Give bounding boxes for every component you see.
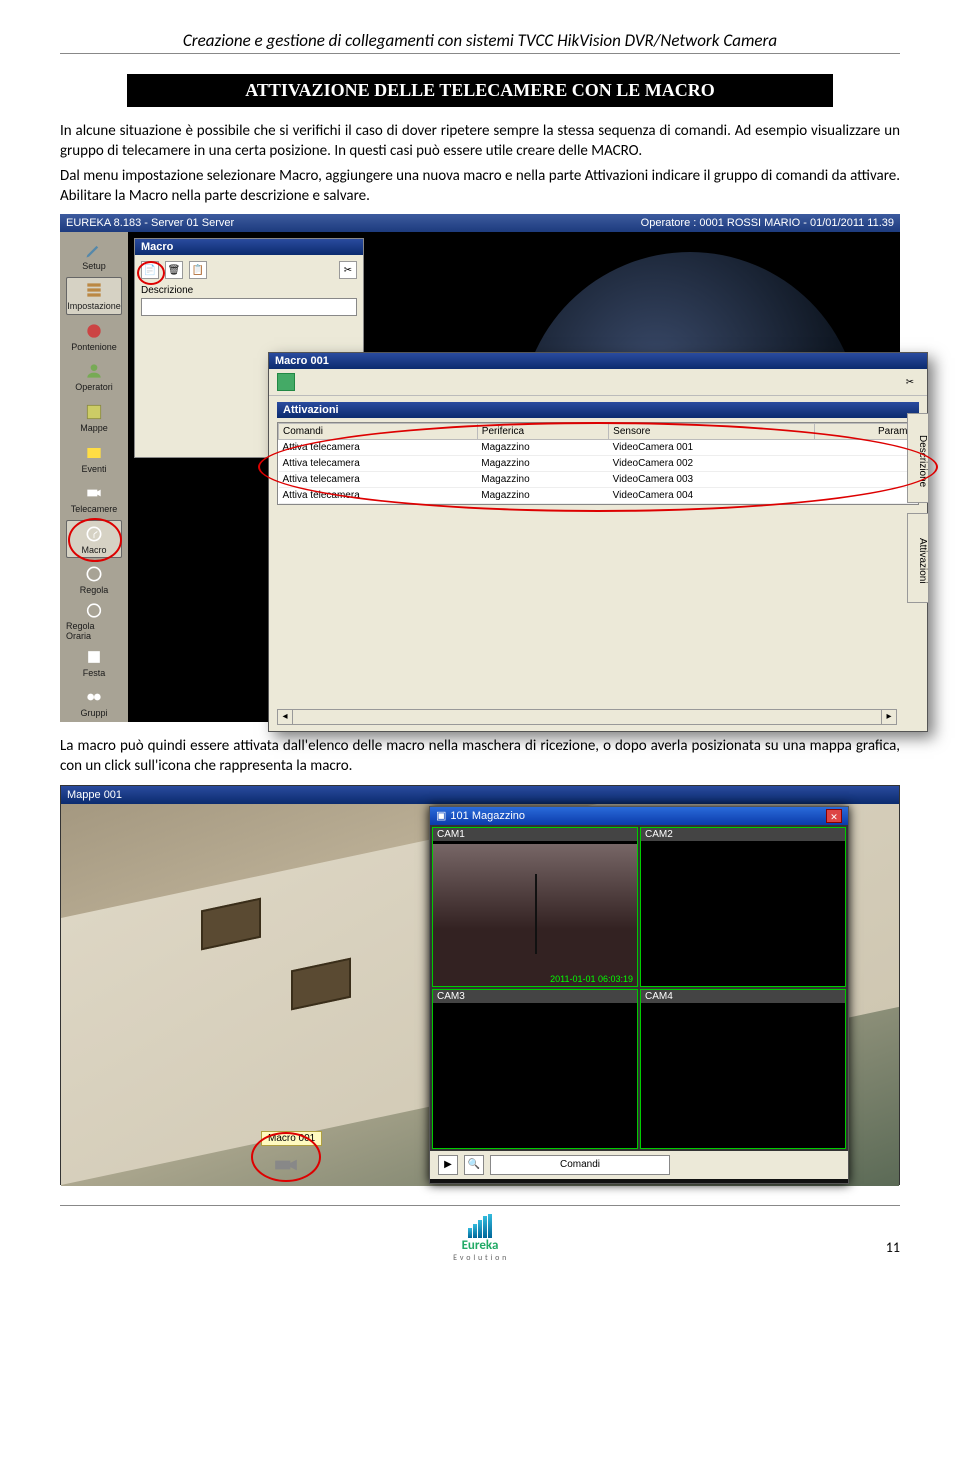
cam1-label: CAM1 (433, 828, 637, 841)
eureka-logo: Eureka E v o l u t i o n (445, 1214, 515, 1256)
macro-camera-icon[interactable] (271, 1152, 301, 1178)
camera-popup-window: ▣ 101 Magazzino ✕ CAM1 2011-01-01 06:03:… (429, 806, 849, 1184)
table-row[interactable]: Attiva telecameraMagazzinoVideoCamera 00… (279, 456, 918, 472)
cam-window-title: ▣ 101 Magazzino ✕ (430, 807, 848, 825)
activation-grid[interactable]: Comandi Periferica Sensore Parame Attiva… (277, 422, 919, 505)
side-telecamere[interactable]: Telecamere (66, 479, 122, 518)
comandi-button[interactable]: Comandi (490, 1155, 670, 1175)
app-titlebar: EUREKA 8.183 - Server 01 Server Operator… (60, 214, 900, 232)
side-pontenione[interactable]: Pontenione (66, 317, 122, 356)
side-gruppi[interactable]: Gruppi (66, 683, 122, 722)
side-setup[interactable]: Setup (66, 236, 122, 275)
desc-input[interactable] (141, 298, 357, 316)
scissors-icon[interactable]: ✂ (339, 261, 357, 279)
cam1-feed (433, 844, 637, 986)
delete-macro-icon[interactable]: 🗑 (165, 261, 183, 279)
scroll-right-icon[interactable]: ▸ (881, 709, 897, 725)
doc-header: Creazione e gestione di collegamenti con… (60, 30, 900, 54)
sidebar: Setup Impostazione Pontenione Operatori … (60, 232, 128, 722)
side-operatori[interactable]: Operatori (66, 358, 122, 397)
cam1-timestamp: 2011-01-01 06:03:19 (550, 974, 633, 984)
scissors-icon[interactable]: ✂ (901, 373, 919, 391)
paragraph-2: Dal menu impostazione selezionare Macro,… (60, 166, 900, 207)
mappe-title: Mappe 001 (67, 789, 122, 801)
close-icon[interactable]: ✕ (826, 809, 842, 823)
footer: Eureka E v o l u t i o n 11 (60, 1206, 900, 1264)
section-banner: ATTIVAZIONE DELLE TELECAMERE CON LE MACR… (127, 74, 833, 107)
paragraph-1: In alcune situazione è possibile che si … (60, 121, 900, 162)
screenshot-1: EUREKA 8.183 - Server 01 Server Operator… (60, 214, 900, 722)
page-number: 11 (886, 1239, 900, 1256)
side-impostazione[interactable]: Impostazione (66, 277, 122, 316)
side-regola[interactable]: Regola (66, 560, 122, 599)
table-row[interactable]: Attiva telecameraMagazzinoVideoCamera 00… (279, 472, 918, 488)
cam4-label: CAM4 (641, 990, 845, 1003)
titlebar-right: Operatore : 0001 ROSSI MARIO - 01/01/201… (641, 217, 894, 229)
cam3-label: CAM3 (433, 990, 637, 1003)
col-comandi[interactable]: Comandi (279, 424, 478, 440)
cam4[interactable]: CAM4 (640, 989, 846, 1149)
tab-attivazioni[interactable]: Attivazioni (907, 513, 929, 603)
table-row[interactable]: Attiva telecameraMagazzinoVideoCamera 00… (279, 440, 918, 456)
table-row[interactable]: Attiva telecameraMagazzinoVideoCamera 00… (279, 488, 918, 504)
camera-grid: CAM1 2011-01-01 06:03:19 CAM2 CAM3 CAM4 (430, 825, 848, 1151)
side-eventi[interactable]: Eventi (66, 439, 122, 478)
cam2[interactable]: CAM2 (640, 827, 846, 987)
side-regola-oraria[interactable]: Regola Oraria (66, 601, 122, 641)
col-param[interactable]: Parame (815, 424, 918, 440)
desc-label: Descrizione (141, 285, 357, 296)
copy-macro-icon[interactable]: 📋 (189, 261, 207, 279)
col-sensore[interactable]: Sensore (609, 424, 815, 440)
logo-text: Eureka (445, 1238, 515, 1253)
cam3[interactable]: CAM3 (432, 989, 638, 1149)
macro001-title: Macro 001 (269, 353, 927, 369)
macro001-toolbar: ✂ (269, 369, 927, 396)
main-canvas: Macro 📄 🗑 📋 ✂ Descrizione Macr (128, 232, 900, 722)
cam2-label: CAM2 (641, 828, 845, 841)
play-icon[interactable]: ▶ (438, 1155, 458, 1175)
zoom-icon[interactable]: 🔍 (464, 1155, 484, 1175)
titlebar-left: EUREKA 8.183 - Server 01 Server (66, 217, 234, 229)
save-icon[interactable] (277, 373, 295, 391)
macro-toolbar: 📄 🗑 📋 ✂ (135, 255, 363, 285)
scroll-left-icon[interactable]: ◂ (277, 709, 293, 725)
paragraph-3: La macro può quindi essere attivata dall… (60, 736, 900, 777)
macro-tooltip: Macro 001 (261, 1131, 322, 1146)
logo-subtext: E v o l u t i o n (445, 1253, 515, 1263)
attivazioni-header: Attivazioni (277, 402, 919, 418)
tab-descrizione[interactable]: Descrizione (907, 413, 929, 503)
side-festa[interactable]: Festa (66, 643, 122, 682)
new-macro-icon[interactable]: 📄 (141, 261, 159, 279)
col-periferica[interactable]: Periferica (477, 424, 608, 440)
side-macro[interactable]: Macro (66, 520, 122, 559)
mappe-titlebar: Mappe 001 (61, 786, 899, 804)
camera-toolbar: ▶ 🔍 Comandi (430, 1151, 848, 1179)
macro-panel-title: Macro (135, 239, 363, 255)
hscrollbar[interactable]: ◂ ▸ (277, 709, 897, 725)
macro001-window: Macro 001 ✂ Attivazioni Comandi Periferi… (268, 352, 928, 732)
side-mappe[interactable]: Mappe (66, 398, 122, 437)
screenshot-2: Mappe 001 Macro 001 ▣ 101 Magazzino ✕ (60, 785, 900, 1185)
cam1[interactable]: CAM1 2011-01-01 06:03:19 (432, 827, 638, 987)
